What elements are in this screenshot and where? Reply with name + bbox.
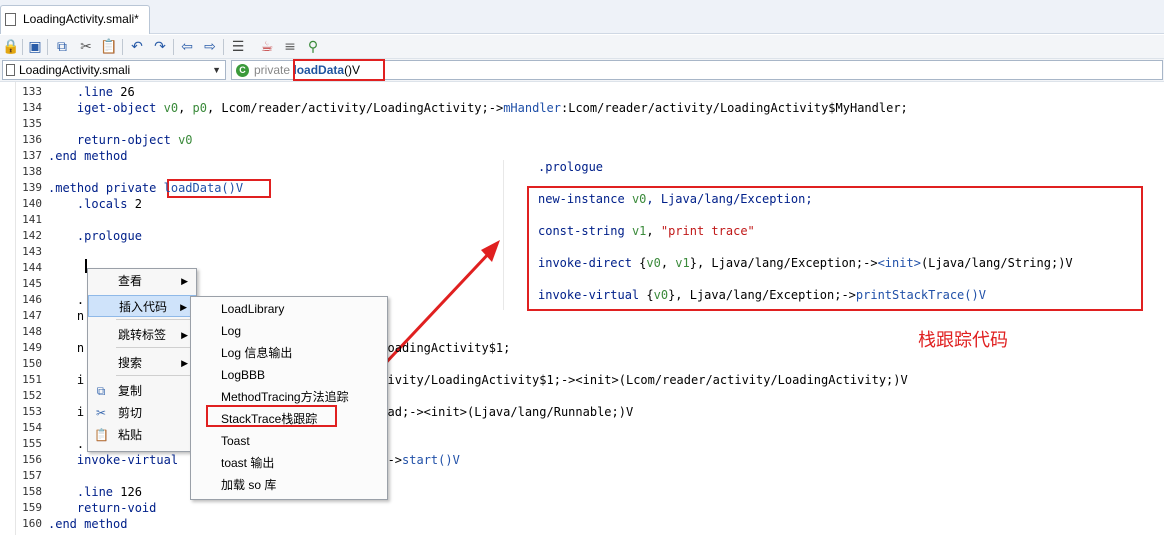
- code-line[interactable]: .: [48, 292, 84, 308]
- code-line[interactable]: .method private loadData()V: [48, 180, 243, 196]
- code-line[interactable]: return-void: [48, 500, 156, 516]
- line-number: 138: [22, 165, 42, 178]
- code-line[interactable]: .line 126: [48, 484, 142, 500]
- line-number: 136: [22, 133, 42, 146]
- code-line[interactable]: .locals 2: [48, 196, 142, 212]
- context-menu-item[interactable]: 插入代码 ▶: [88, 295, 196, 317]
- code-line[interactable]: i ivity/LoadingActivity$1;-><init>(Lcom/…: [48, 372, 908, 388]
- code-line[interactable]: .: [48, 436, 84, 452]
- code-line[interactable]: invoke-virtual ->start()V: [48, 452, 460, 468]
- code-line[interactable]: i ad;-><init>(Ljava/lang/Runnable;)V: [48, 404, 633, 420]
- line-number: 134: [22, 101, 42, 114]
- line-number: 159: [22, 501, 42, 514]
- line-number: 152: [22, 389, 42, 402]
- line-number: 140: [22, 197, 42, 210]
- line-number: 153: [22, 405, 42, 418]
- line-number: 145: [22, 277, 42, 290]
- code-line[interactable]: .end method: [48, 516, 127, 532]
- code-line[interactable]: .line 26: [48, 84, 135, 100]
- code-line[interactable]: .prologue: [48, 228, 142, 244]
- context-menu-item-label: 插入代码: [119, 300, 168, 314]
- line-number: 143: [22, 245, 42, 258]
- line-number: 141: [22, 213, 42, 226]
- line-number: 157: [22, 469, 42, 482]
- submenu-item[interactable]: LoadLibrary: [191, 298, 387, 320]
- code-line[interactable]: n oadingActivity$1;: [48, 340, 510, 356]
- line-number: 156: [22, 453, 42, 466]
- context-menu: 查看 ▶ 插入代码 ▶ 跳转标签 ▶ 搜索 ▶ 复制 ⧉ 剪切 ✂ 粘贴 📋: [87, 268, 197, 452]
- line-number: 149: [22, 341, 42, 354]
- context-menu-item-label: 粘贴: [118, 428, 143, 442]
- code-line[interactable]: .end method: [48, 148, 127, 164]
- line-number: 148: [22, 325, 42, 338]
- line-number: 142: [22, 229, 42, 242]
- code-line[interactable]: return-object v0: [48, 132, 193, 148]
- line-number: 146: [22, 293, 42, 306]
- paste-icon: 📋: [94, 428, 109, 442]
- line-number: 139: [22, 181, 42, 194]
- submenu-item[interactable]: Toast: [191, 430, 387, 452]
- line-number: 151: [22, 373, 42, 386]
- chevron-right-icon: ▶: [181, 276, 188, 286]
- context-menu-item-label: 查看: [118, 274, 143, 288]
- line-number: 133: [22, 85, 42, 98]
- line-number: 154: [22, 421, 42, 434]
- insert-code-submenu: LoadLibrary Log Log 信息输出 LogBBB MethodTracin…: [190, 296, 388, 500]
- submenu-item[interactable]: Log: [191, 320, 387, 342]
- line-number: 160: [22, 517, 42, 530]
- menu-separator: [116, 319, 196, 320]
- code-line[interactable]: n: [48, 308, 84, 324]
- submenu-item[interactable]: 加载 so 库: [191, 474, 387, 496]
- line-number: 144: [22, 261, 42, 274]
- line-number: 135: [22, 117, 42, 130]
- line-number: 147: [22, 309, 42, 322]
- context-menu-item[interactable]: 查看 ▶: [88, 270, 196, 292]
- line-number: 155: [22, 437, 42, 450]
- line-number: 137: [22, 149, 42, 162]
- code-line[interactable]: iget-object v0, p0, Lcom/reader/activity…: [48, 100, 908, 116]
- chevron-right-icon: ▶: [180, 302, 187, 312]
- context-menu-item[interactable]: 粘贴 📋: [88, 424, 196, 446]
- line-number: 150: [22, 357, 42, 370]
- context-menu-item-label: 搜索: [118, 356, 143, 370]
- line-number: 158: [22, 485, 42, 498]
